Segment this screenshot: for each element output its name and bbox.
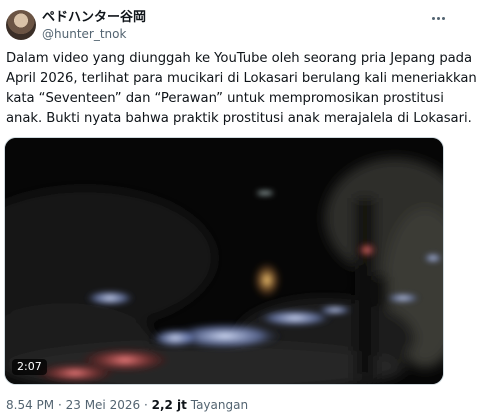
avatar[interactable]: [6, 10, 36, 40]
tweet-text-line: anak. Bukti nyata bahwa praktik prostitu…: [6, 111, 472, 126]
video-player[interactable]: [4, 137, 444, 385]
meta-separator: ·: [57, 398, 62, 412]
author-handle[interactable]: @hunter_tnok: [42, 27, 126, 42]
meta-separator: ·: [143, 398, 148, 412]
tweet-date[interactable]: 23 Mei 2026: [66, 398, 141, 412]
tweet-text-line: kata “Seventeen” dan “Perawan” untuk mem…: [6, 91, 444, 106]
tweet: ペドハンター谷岡 @hunter_tnok Dalam video yang d…: [0, 0, 480, 415]
tweet-time[interactable]: 8.54 PM: [6, 398, 54, 412]
tweet-text: Dalam video yang diunggah ke YouTube ole…: [6, 49, 477, 129]
tweet-text-line: Dalam video yang diunggah ke YouTube ole…: [6, 51, 473, 66]
tweet-meta: 8.54 PM · 23 Mei 2026 · 2,2 jt Tayangan: [6, 398, 248, 413]
tweet-text-line: April 2026, terlihat para mucikari di Lo…: [6, 71, 477, 86]
video-frame: [5, 138, 443, 384]
view-count-label: Tayangan: [190, 398, 249, 412]
video-duration-badge: 2:07: [12, 359, 47, 375]
author-display-name[interactable]: ペドハンター谷岡: [42, 10, 146, 26]
view-count: 2,2 jt: [151, 398, 187, 412]
more-horizontal-icon[interactable]: [428, 10, 448, 26]
